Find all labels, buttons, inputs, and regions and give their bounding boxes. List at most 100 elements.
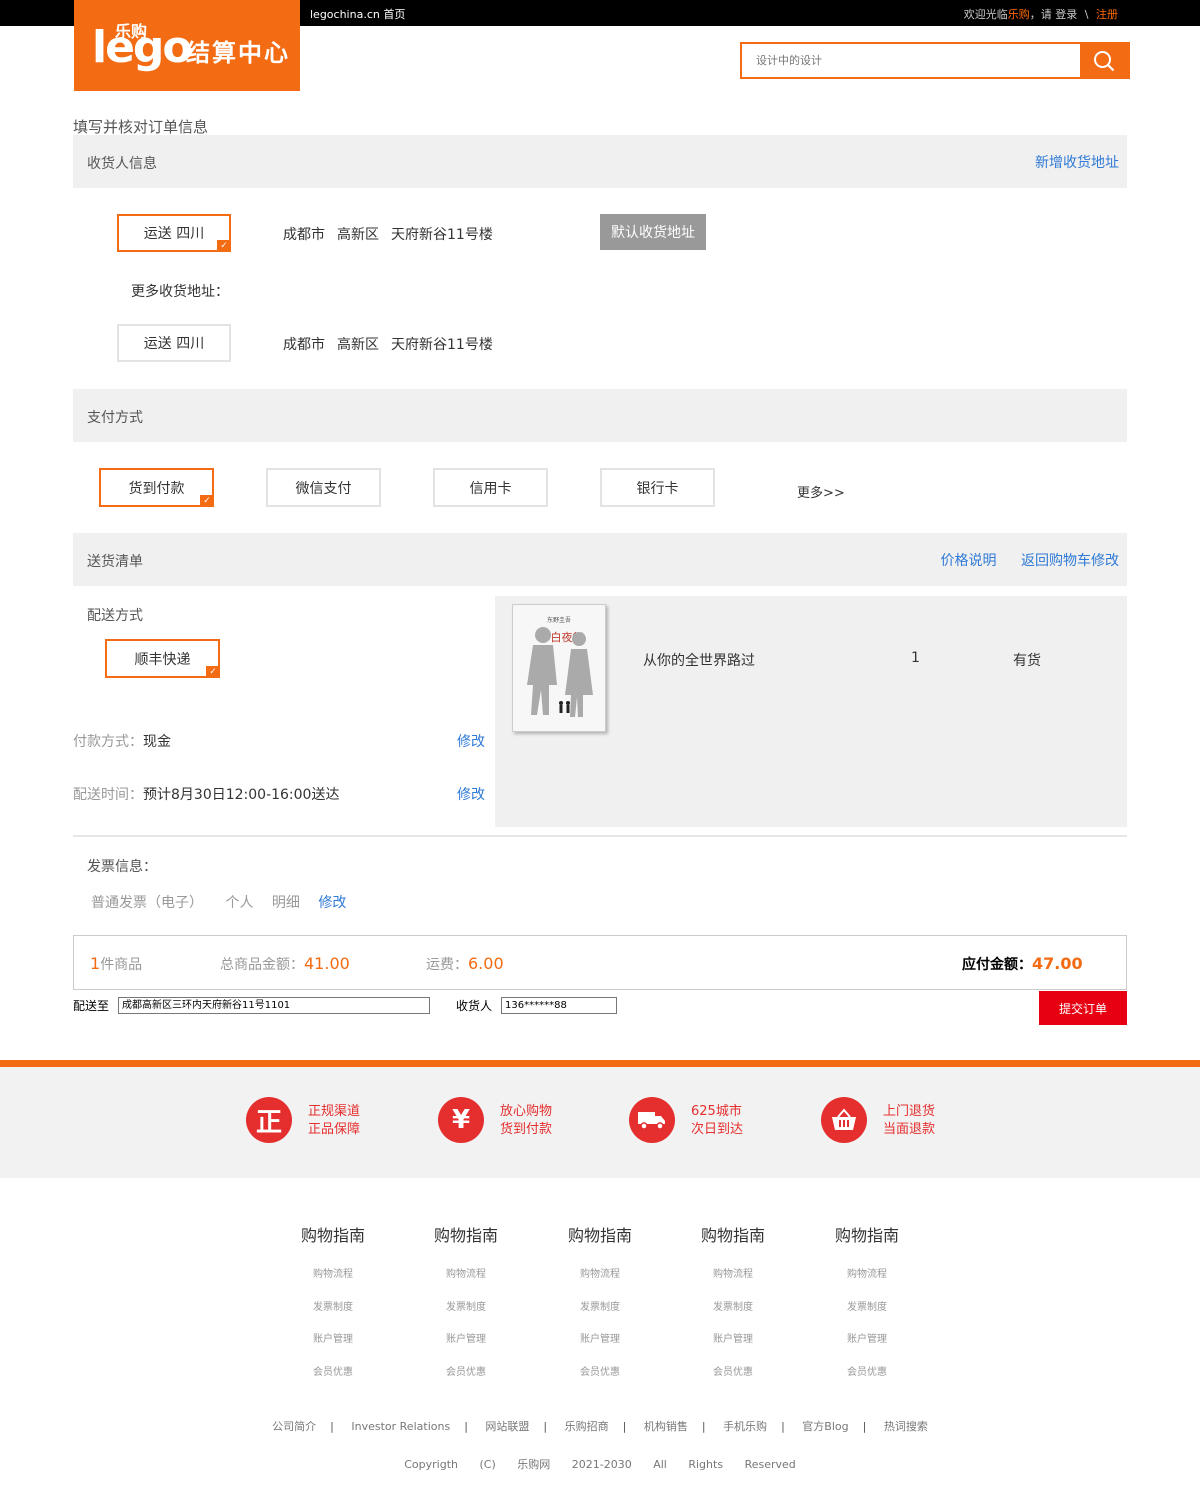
copyright-word: All [653,1458,667,1471]
payment-option-label: 银行卡 [636,480,679,497]
help-link[interactable]: 会员优惠 [550,1357,650,1390]
search-button[interactable] [1080,44,1128,77]
shipping-fee-label: 运费： [426,957,468,973]
help-column-title: 购物指南 [567,1226,632,1245]
help-column: 购物指南 购物流程 发票制度 账户管理 会员优惠 [550,1222,650,1389]
footer-link[interactable]: 网站联盟 [485,1420,529,1433]
footer-accent-line [0,1060,1200,1067]
copyright-word: Reserved [744,1458,796,1471]
help-link[interactable]: 账户管理 [283,1324,383,1357]
feature-line1: 正规渠道 [308,1104,361,1119]
genuine-icon: 正 [246,1097,292,1143]
feature-line1: 625城市 [691,1104,742,1119]
help-link[interactable]: 发票制度 [416,1292,516,1325]
submit-order-button[interactable]: 提交订单 [1039,991,1127,1025]
help-link[interactable]: 账户管理 [817,1324,917,1357]
check-icon: ✓ [217,240,231,252]
delivery-time-label: 配送时间： [73,787,143,803]
cover-author: 东野圭吾 [547,616,571,624]
footer-link[interactable]: 手机乐购 [723,1420,767,1433]
help-link[interactable]: 会员优惠 [817,1357,917,1390]
goods-total: 总商品金额：41.00 [220,954,350,974]
footer-link[interactable]: 官方Blog [802,1420,848,1433]
back-to-cart-link[interactable]: 返回购物车修改 [1021,553,1119,569]
edit-delivery-time-link[interactable]: 修改 [457,784,485,804]
item-count-value: 1 [90,954,101,973]
help-column: 购物指南 购物流程 发票制度 账户管理 会员优惠 [817,1222,917,1389]
price-info-link[interactable]: 价格说明 [941,553,997,569]
help-link[interactable]: 购物流程 [550,1259,650,1292]
payment-option-bank[interactable]: 银行卡 [600,468,715,507]
top-user-area: 欢迎光临乐购，请 登录 \ 注册 [964,6,1118,22]
payment-option-cod[interactable]: 货到付款 ✓ [99,468,214,507]
invoice-type: 普通发票（电子） [91,895,203,911]
product-image[interactable]: 东野圭吾 白夜行 [512,604,606,732]
address-street: 天府新谷11号楼 [391,227,493,243]
delivery-section-header: 送货清单 价格说明 返回购物车修改 [73,533,1127,586]
feature-line2: 货到付款 [500,1122,553,1137]
help-link[interactable]: 账户管理 [683,1324,783,1357]
search-box [740,42,1130,79]
product-name[interactable]: 从你的全世界路过 [643,650,755,670]
site-logo[interactable]: 乐购 lego 结算中心 [74,0,300,91]
register-link[interactable]: 注册 [1096,8,1118,21]
help-link[interactable]: 会员优惠 [683,1357,783,1390]
ship-to-address-field[interactable]: 成都高新区三环内天府新谷11号1101 [118,997,430,1014]
yuan-icon: ¥ [438,1097,484,1143]
help-link[interactable]: 发票制度 [283,1292,383,1325]
help-link[interactable]: 购物流程 [416,1259,516,1292]
goods-total-label: 总商品金额： [220,957,304,973]
edit-pay-method-link[interactable]: 修改 [457,731,485,751]
check-icon: ✓ [200,495,214,507]
login-link[interactable]: 登录 [1055,8,1077,21]
footer-link[interactable]: 乐购招商 [565,1420,609,1433]
help-link[interactable]: 购物流程 [683,1259,783,1292]
pay-method-row: 付款方式：现金 [73,731,171,751]
help-link[interactable]: 会员优惠 [416,1357,516,1390]
payment-option-wechat[interactable]: 微信支付 [266,468,381,507]
shipping-option-sf[interactable]: 顺丰快递 ✓ [105,639,220,678]
ship-to-label: 配送至 [73,999,110,1013]
search-input[interactable] [742,44,1082,77]
payable-label: 应付金额： [962,957,1032,973]
edit-invoice-link[interactable]: 修改 [318,895,346,911]
pay-method-value: 现金 [143,734,171,750]
help-link[interactable]: 账户管理 [416,1324,516,1357]
more-payment-link[interactable]: 更多>> [797,482,845,501]
help-link[interactable]: 购物流程 [817,1259,917,1292]
footer-link[interactable]: 机构销售 [644,1420,688,1433]
help-link[interactable]: 发票制度 [817,1292,917,1325]
payable-value: 47.00 [1032,954,1083,973]
logo-wordmark: lego [92,22,193,73]
help-link[interactable]: 购物流程 [283,1259,383,1292]
footer-link[interactable]: 热词搜索 [884,1420,928,1433]
footer-link[interactable]: 公司简介 [272,1420,316,1433]
search-icon [1094,50,1115,71]
delivery-time-value: 预计8月30日12:00-16:00送达 [143,787,340,803]
footer-link[interactable]: Investor Relations [351,1420,450,1433]
payment-option-label: 货到付款 [128,480,185,497]
footer-separator: | [781,1420,785,1433]
book-cover-illustration: 东野圭吾 白夜行 [513,605,605,731]
item-count-unit: 件商品 [100,957,143,973]
default-address-button[interactable]: 默认收货地址 [600,214,706,250]
help-column-title: 购物指南 [300,1226,365,1245]
add-address-link[interactable]: 新增收货地址 [1035,155,1119,171]
receiver-phone-field[interactable]: 136******88 [501,997,617,1014]
help-link[interactable]: 账户管理 [550,1324,650,1357]
truck-icon [629,1097,675,1143]
copyright-word: 乐购网 [517,1458,551,1471]
goods-total-value: 41.00 [304,954,350,973]
help-link[interactable]: 发票制度 [550,1292,650,1325]
address-option[interactable]: 运送 四川 [117,324,231,362]
help-link[interactable]: 发票制度 [683,1292,783,1325]
brand-text: 乐购 [1007,8,1030,21]
receiver-title: 收货人信息 [87,156,157,172]
address-option-selected[interactable]: 运送 四川 ✓ [117,214,231,252]
feature-line2: 当面退款 [883,1122,936,1137]
payment-option-label: 信用卡 [469,480,512,497]
home-link[interactable]: legochina.cn 首页 [310,6,405,22]
payment-option-credit[interactable]: 信用卡 [433,468,548,507]
address-street: 天府新谷11号楼 [391,337,493,353]
help-link[interactable]: 会员优惠 [283,1357,383,1390]
